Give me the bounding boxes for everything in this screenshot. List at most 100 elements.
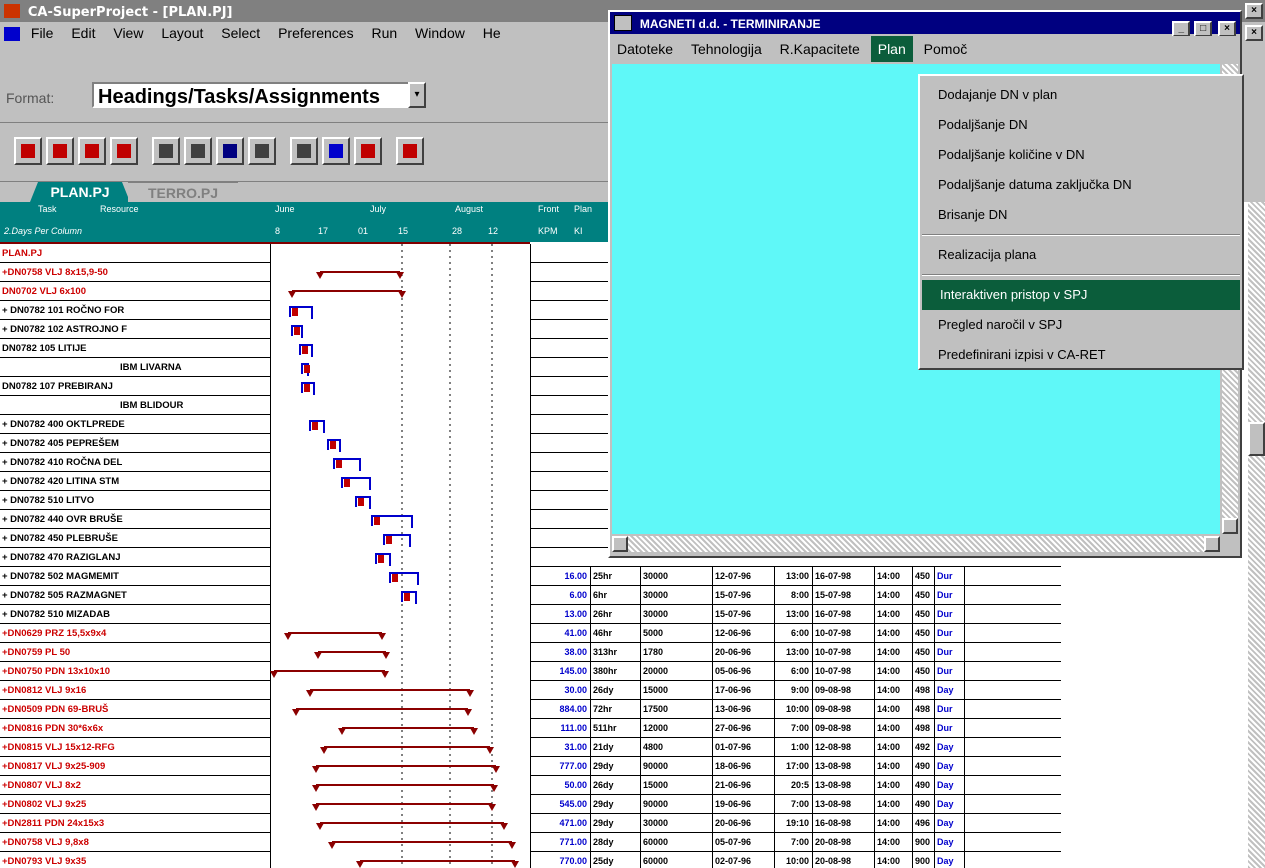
task-row[interactable]: + DN0782 102 ASTROJNO F: [0, 320, 270, 339]
toolbar-button-2[interactable]: [46, 137, 74, 165]
summary-bar[interactable]: [356, 860, 519, 868]
toolbar-button-1[interactable]: [14, 137, 42, 165]
task-row[interactable]: +DN0758 VLJ 8x15,9-50: [0, 263, 270, 282]
task-row[interactable]: +DN0807 VLJ 8x2: [0, 776, 270, 795]
tab-plan[interactable]: PLAN.PJ: [30, 182, 130, 202]
toolbar-button-12[interactable]: [396, 137, 424, 165]
link-button[interactable]: [322, 137, 350, 165]
task-row[interactable]: +DN0816 PDN 30*6x6x: [0, 719, 270, 738]
task-row[interactable]: PLAN.PJ: [0, 244, 270, 263]
task-row[interactable]: + DN0782 450 PLEBRUŠE: [0, 529, 270, 548]
task-row[interactable]: DN0782 107 PREBIRANJ: [0, 377, 270, 396]
task-row[interactable]: +DN0750 PDN 13x10x10: [0, 662, 270, 681]
task-row[interactable]: + DN0782 410 ROČNA DEL: [0, 453, 270, 472]
task-row[interactable]: +DN0802 VLJ 9x25: [0, 795, 270, 814]
print-button[interactable]: [152, 137, 180, 165]
summary-bar[interactable]: [306, 689, 474, 697]
task-row[interactable]: +DN0759 PL 50: [0, 643, 270, 662]
task-row[interactable]: + DN0782 101 ROČNO FOR: [0, 301, 270, 320]
magneti-menu-pomoc[interactable]: Pomoč: [917, 36, 975, 62]
task-row[interactable]: + DN0782 470 RAZIGLANJ: [0, 548, 270, 567]
menu-layout[interactable]: Layout: [154, 22, 210, 44]
task-row[interactable]: +DN0629 PRZ 15,5x9x4: [0, 624, 270, 643]
task-row[interactable]: IBM LIVARNA: [0, 358, 270, 377]
magneti-menu-datoteke[interactable]: Datoteke: [610, 36, 680, 62]
toolbar-button-7[interactable]: [216, 137, 244, 165]
menu-edit[interactable]: Edit: [64, 22, 102, 44]
task-row[interactable]: +DN0817 VLJ 9x25-909: [0, 757, 270, 776]
main-close-button[interactable]: ×: [1245, 3, 1263, 19]
menu-help[interactable]: He: [476, 22, 508, 44]
magneti-scroll-left[interactable]: [612, 536, 628, 552]
format-select[interactable]: Headings/Tasks/Assignments: [92, 82, 412, 108]
summary-bar[interactable]: [270, 670, 389, 678]
summary-bar[interactable]: [292, 708, 472, 716]
task-row[interactable]: + DN0782 510 MIZADAB: [0, 605, 270, 624]
maximize-icon[interactable]: □: [1194, 21, 1213, 37]
task-row[interactable]: + DN0782 420 LITINA STM: [0, 472, 270, 491]
task-row[interactable]: + DN0782 502 MAGMEMIT: [0, 567, 270, 586]
menu-item-predefined-reports[interactable]: Predefinirani izpisi v CA-RET: [920, 340, 1242, 370]
task-row[interactable]: + DN0782 510 LITVO: [0, 491, 270, 510]
summary-bar[interactable]: [284, 632, 386, 640]
calculator-button[interactable]: [290, 137, 318, 165]
task-row[interactable]: +DN0815 VLJ 15x12-RFG: [0, 738, 270, 757]
summary-bar[interactable]: [338, 727, 478, 735]
tab-terro[interactable]: TERRO.PJ: [128, 182, 238, 203]
unlink-button[interactable]: [354, 137, 382, 165]
magneti-horizontal-scrollbar[interactable]: [612, 536, 1220, 552]
magneti-scroll-right[interactable]: [1204, 536, 1220, 552]
minimize-icon[interactable]: _: [1172, 21, 1191, 37]
doc-icon[interactable]: [4, 27, 20, 42]
menu-run[interactable]: Run: [364, 22, 404, 44]
menu-window[interactable]: Window: [408, 22, 472, 44]
task-row[interactable]: + DN0782 400 OKTLPREDE: [0, 415, 270, 434]
magneti-menu-plan[interactable]: Plan: [870, 36, 913, 62]
toolbar-button-6[interactable]: [184, 137, 212, 165]
task-row[interactable]: +DN0758 VLJ 9,8x8: [0, 833, 270, 852]
magneti-scroll-down[interactable]: [1222, 518, 1238, 534]
menu-item-interactive-spj[interactable]: Interaktiven pristop v SPJ: [922, 280, 1240, 310]
task-row[interactable]: + DN0782 440 OVR BRUŠE: [0, 510, 270, 529]
doc-close-button[interactable]: ×: [1245, 25, 1263, 41]
scroll-thumb[interactable]: [1248, 422, 1265, 456]
menu-item-extend-quantity[interactable]: Podaljšanje količine v DN: [920, 140, 1242, 170]
summary-bar[interactable]: [314, 651, 390, 659]
menu-item-extend-date[interactable]: Podaljšanje datuma zaključka DN: [920, 170, 1242, 200]
summary-bar[interactable]: [288, 290, 406, 298]
menu-file[interactable]: File: [24, 22, 61, 44]
summary-bar[interactable]: [312, 784, 498, 792]
task-row[interactable]: + DN0782 405 PEPREŠEM: [0, 434, 270, 453]
summary-bar[interactable]: [312, 803, 496, 811]
menu-item-delete-dn[interactable]: Brisanje DN: [920, 200, 1242, 230]
menu-item-extend-dn[interactable]: Podaljšanje DN: [920, 110, 1242, 140]
magneti-menu-kapacitete[interactable]: R.Kapacitete: [773, 36, 867, 62]
toolbar-button-8[interactable]: [248, 137, 276, 165]
magneti-menu-tehnologija[interactable]: Tehnologija: [684, 36, 769, 62]
toolbar-button-4[interactable]: [110, 137, 138, 165]
menu-preferences[interactable]: Preferences: [271, 22, 360, 44]
summary-bar[interactable]: [320, 746, 494, 754]
chevron-down-icon[interactable]: ▾: [408, 82, 426, 108]
toolbar-button-3[interactable]: [78, 137, 106, 165]
magneti-app-icon[interactable]: [614, 15, 632, 31]
task-row[interactable]: +DN0812 VLJ 9x16: [0, 681, 270, 700]
menu-item-add-dn[interactable]: Dodajanje DN v plan: [920, 80, 1242, 110]
menu-select[interactable]: Select: [214, 22, 267, 44]
summary-bar[interactable]: [316, 271, 404, 279]
task-row[interactable]: DN0782 105 LITIJE: [0, 339, 270, 358]
summary-bar[interactable]: [328, 841, 516, 849]
task-row[interactable]: IBM BLIDOUR: [0, 396, 270, 415]
app-icon[interactable]: [4, 4, 20, 18]
summary-bar[interactable]: [316, 822, 508, 830]
main-vertical-scrollbar[interactable]: [1248, 202, 1265, 868]
task-row[interactable]: +DN0509 PDN 69-BRUŠ: [0, 700, 270, 719]
menu-view[interactable]: View: [106, 22, 150, 44]
task-row[interactable]: +DN0793 VLJ 9x35: [0, 852, 270, 868]
task-row[interactable]: DN0702 VLJ 6x100: [0, 282, 270, 301]
close-icon[interactable]: ×: [1218, 21, 1236, 37]
task-row[interactable]: + DN0782 505 RAZMAGNET: [0, 586, 270, 605]
summary-bar[interactable]: [312, 765, 500, 773]
menu-item-realization[interactable]: Realizacija plana: [920, 240, 1242, 270]
task-row[interactable]: +DN2811 PDN 24x15x3: [0, 814, 270, 833]
